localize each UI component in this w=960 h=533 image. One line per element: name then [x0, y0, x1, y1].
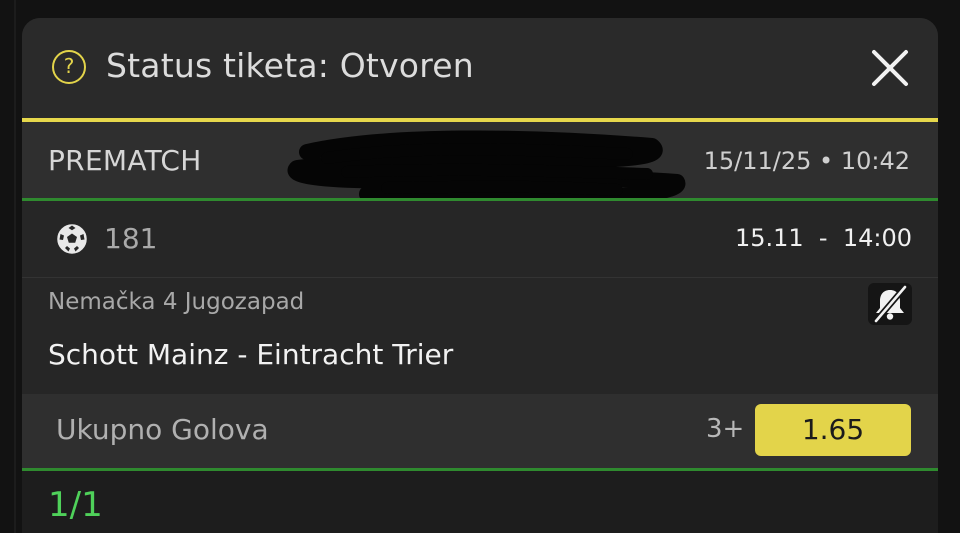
ticket-datetime: 15/11/25 • 10:42: [703, 147, 910, 175]
close-icon[interactable]: [870, 48, 910, 88]
ticket-type-label: PREMATCH: [48, 144, 202, 177]
selection-count: 1/1: [48, 485, 103, 525]
market-name: Ukupno Golova: [56, 413, 269, 446]
background-edge: [14, 0, 16, 533]
row-divider: [22, 277, 938, 278]
selection-label: 3+: [706, 414, 745, 444]
event-start-time: 15.11 - 14:00: [734, 224, 912, 252]
question-circle-icon[interactable]: ?: [52, 50, 86, 84]
event-header-row: 181 15.11 - 14:00: [22, 201, 938, 277]
modal-header: ? Status tiketa: Otvoren: [22, 18, 938, 118]
modal-title: Status tiketa: Otvoren: [106, 46, 474, 85]
redaction-scribble: [287, 130, 686, 204]
ticket-info-bar: PREMATCH 15/11/25 • 10:42: [22, 122, 938, 204]
odds-button[interactable]: 1.65: [755, 404, 911, 456]
league-name: Nemačka 4 Jugozapad: [48, 289, 305, 315]
match-name: Schott Mainz - Eintracht Trier: [48, 338, 454, 371]
ticket-status-modal: ? Status tiketa: Otvoren PREMATCH 15/11/…: [22, 18, 938, 533]
soccer-ball-icon: [57, 224, 87, 254]
bet-selection-row: Ukupno Golova 3+ 1.65: [22, 394, 938, 468]
event-code: 181: [104, 222, 158, 255]
ticket-footer: 1/1: [22, 471, 938, 533]
bell-off-icon[interactable]: [868, 283, 912, 325]
